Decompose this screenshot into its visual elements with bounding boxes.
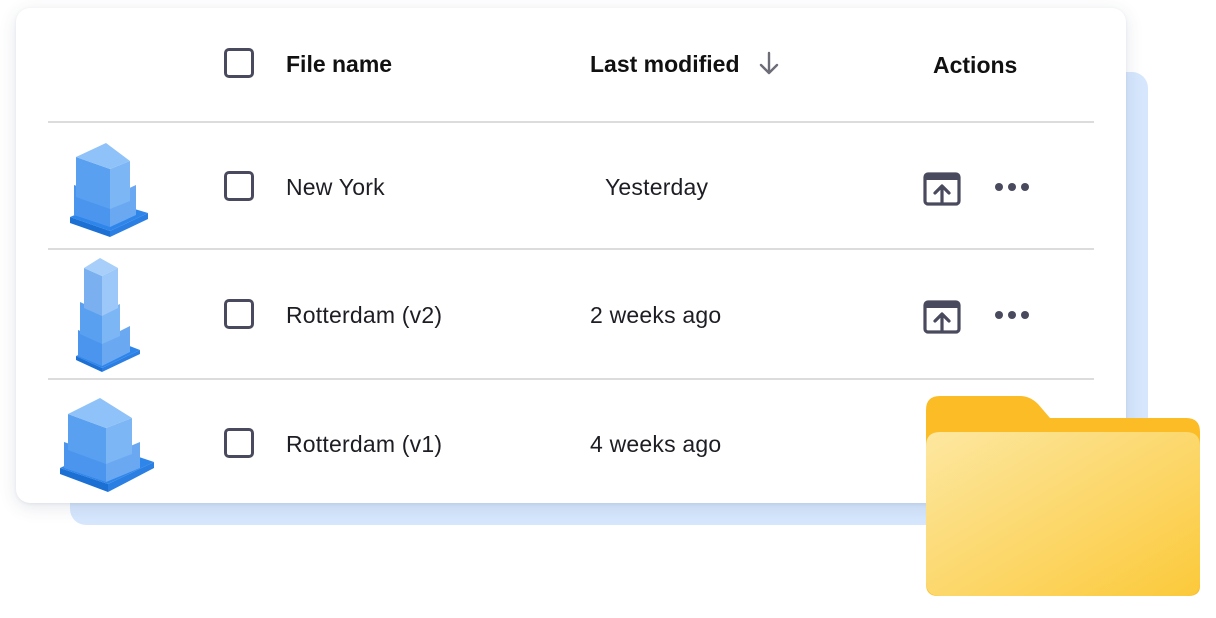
row-checkbox[interactable]	[224, 428, 254, 458]
arrow-down-icon[interactable]	[758, 51, 780, 77]
last-modified-cell: Yesterday	[605, 174, 709, 200]
file-name-cell[interactable]: Rotterdam (v1)	[286, 431, 442, 458]
building-model-icon	[70, 143, 148, 237]
building-model-icon	[60, 398, 154, 492]
row-checkbox[interactable]	[224, 299, 254, 329]
more-options-icon[interactable]	[994, 181, 1030, 193]
last-modified-cell: 2 weeks ago	[590, 302, 722, 328]
table-row[interactable]: New York Yesterday	[16, 123, 1126, 251]
actions-header: Actions	[933, 52, 1018, 78]
folder-icon	[926, 396, 1200, 596]
select-all-checkbox[interactable]	[224, 48, 254, 78]
file-name-cell[interactable]: Rotterdam (v2)	[286, 302, 442, 329]
table-row[interactable]: Rotterdam (v2) 2 weeks ago	[16, 250, 1126, 378]
file-list-illustration: File name Last modified Actions New York…	[0, 0, 1216, 618]
building-model-icon	[76, 258, 140, 372]
row-checkbox[interactable]	[224, 171, 254, 201]
file-name-header[interactable]: File name	[286, 51, 392, 78]
more-options-icon[interactable]	[994, 309, 1030, 321]
last-modified-header[interactable]: Last modified	[590, 51, 740, 78]
open-in-icon[interactable]	[922, 171, 962, 207]
file-name-cell[interactable]: New York	[286, 174, 385, 201]
table-header: File name Last modified Actions	[16, 8, 1126, 121]
open-in-icon[interactable]	[922, 299, 962, 335]
last-modified-cell: 4 weeks ago	[590, 431, 722, 457]
